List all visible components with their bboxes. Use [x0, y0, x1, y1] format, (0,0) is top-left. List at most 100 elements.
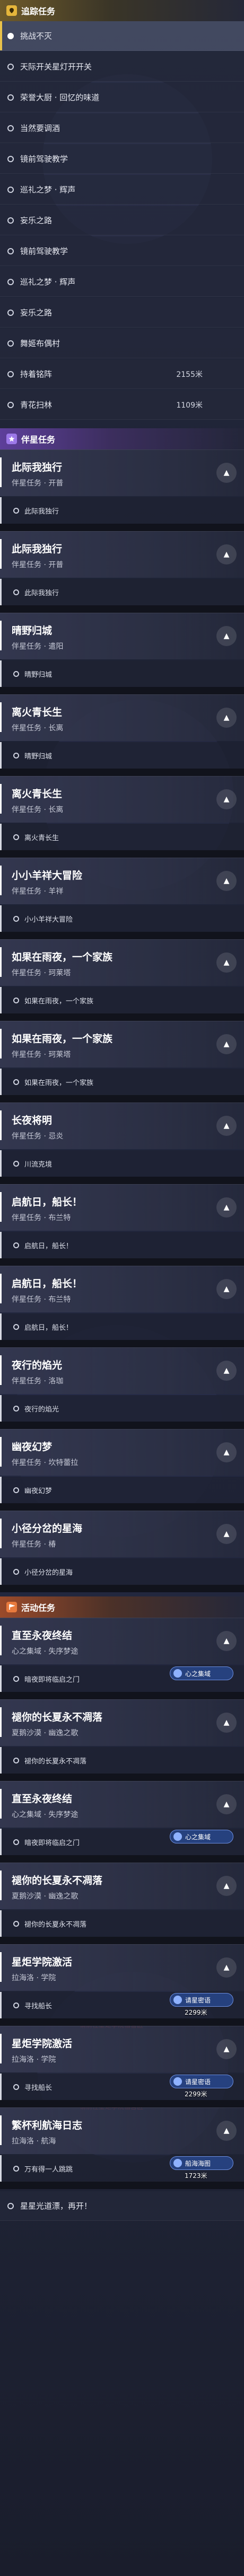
chevron-up-icon[interactable]: ▲ [216, 708, 237, 728]
tracking-item[interactable]: 巡礼之梦 · 辉声 [0, 175, 244, 205]
quest-card[interactable]: 夜行的焰光 伴星任务 · 洛珈 ▲ [0, 1347, 244, 1394]
quest-card[interactable]: 褪你的长夏永不凋落 夏鹅沙漠 · 幽逸之歌 ▲ [0, 1863, 244, 1909]
pin-icon [6, 5, 17, 16]
tracking-item[interactable]: 巡礼之梦 · 辉声 [0, 267, 244, 297]
quest-accent-bar [0, 947, 2, 977]
quest-card[interactable]: 离火青长生 伴星任务 · 长离 ▲ [0, 776, 244, 823]
quest-card[interactable]: 如果在雨夜，一个家族 伴星任务 · 珂莱塔 ▲ [0, 1021, 244, 1068]
quest-card[interactable]: 长夜将明 伴星任务 · 忌炎 ▲ [0, 1102, 244, 1149]
radio-icon [7, 370, 14, 377]
chevron-up-icon[interactable]: ▲ [216, 1524, 237, 1544]
chevron-up-icon[interactable]: ▲ [216, 626, 237, 646]
chevron-up-icon[interactable]: ▲ [216, 1713, 237, 1733]
chevron-up-icon[interactable]: ▲ [216, 544, 237, 564]
quest-title: 褪你的长夏永不凋落 [12, 1875, 103, 1886]
quest-card[interactable]: 直至永夜终结 心之集域 · 失序梦途 ▲ [0, 1781, 244, 1828]
radio-icon [13, 1675, 19, 1682]
chevron-up-icon[interactable]: ▲ [216, 1794, 237, 1814]
quest-accent-bar [0, 1871, 2, 1900]
divider [0, 2018, 244, 2026]
quest-subtitle: 心之集域 · 失序梦途 [12, 1811, 79, 1819]
quest-step[interactable]: 小径分岔的星海 [0, 1558, 244, 1585]
quest-card[interactable]: 如果在雨夜，一个家族 伴星任务 · 珂莱塔 ▲ [0, 939, 244, 986]
quest-card[interactable]: 褪你的长夏永不凋落 夏鹅沙漠 · 幽逸之歌 ▲ [0, 1699, 244, 1746]
tracking-item[interactable]: 妄乐之路 [0, 206, 244, 235]
tracking-item-label: 青花扫林 [20, 400, 53, 410]
chevron-up-icon[interactable]: ▲ [216, 1361, 237, 1381]
chevron-up-icon[interactable]: ▲ [216, 2039, 237, 2059]
quest-step[interactable]: 如果在雨夜，一个家族 [0, 1069, 244, 1095]
chevron-up-icon[interactable]: ▲ [216, 1197, 237, 1218]
quest-step[interactable]: 离火青长生 [0, 824, 244, 850]
quest-step[interactable]: 此际我独行 [0, 579, 244, 605]
chevron-up-icon[interactable]: ▲ [216, 789, 237, 809]
chevron-up-icon[interactable]: ▲ [216, 463, 237, 483]
quest-accent-bar [0, 866, 2, 895]
quest-card[interactable]: 此际我独行 伴星任务 · 开普 ▲ [0, 531, 244, 578]
quest-card[interactable]: 星炬学院激活 拉海洛 · 学院 ▲ [0, 2026, 244, 2072]
tracking-item[interactable]: 舞姬布偶村 [0, 329, 244, 358]
chevron-up-icon[interactable]: ▲ [216, 1279, 237, 1299]
map-marker-badge[interactable]: 船海海图 [170, 2156, 233, 2170]
tracking-item[interactable]: 挑战不灭 [0, 21, 244, 51]
quest-step-label: 离火青长生 [24, 834, 59, 842]
tracking-item[interactable]: 镜前驾驶教学 [0, 144, 244, 174]
divider [0, 769, 244, 776]
quest-step[interactable]: 此际我独行 [0, 497, 244, 524]
quest-step[interactable]: 褪你的长夏永不凋落 [0, 1747, 244, 1774]
chevron-up-icon[interactable]: ▲ [216, 1876, 237, 1896]
map-marker-badge[interactable]: 请星密语 [170, 2075, 233, 2088]
distance-label: 2155米 [176, 370, 203, 379]
quest-step-label: 寻找船长 [24, 2002, 53, 2010]
tracking-item[interactable]: 荣誉大厨 · 回忆的味道 [0, 83, 244, 112]
map-marker-badge[interactable]: 请星密语 [170, 1993, 233, 2007]
tracking-item[interactable]: 镜前驾驶教学 [0, 236, 244, 266]
quest-subtitle: 伴星任务 · 长离 [12, 724, 64, 733]
map-marker-badge[interactable]: 心之集域 [170, 1666, 233, 1680]
tracking-item-label: 巡礼之梦 · 辉声 [20, 185, 76, 195]
tracking-item[interactable]: 持着铭阵 2155米 [0, 359, 244, 389]
chevron-up-icon[interactable]: ▲ [216, 1631, 237, 1651]
tracking-item[interactable]: 当然要调酒 [0, 113, 244, 143]
quest-card[interactable]: 小径分岔的星海 伴星任务 · 椿 ▲ [0, 1511, 244, 1557]
quest-step[interactable]: 川流克境 [0, 1150, 244, 1177]
radio-icon [13, 2084, 19, 2090]
quest-card[interactable]: 小小羊祥大冒险 伴星任务 · 羊祥 ▲ [0, 858, 244, 904]
chevron-up-icon[interactable]: ▲ [216, 1442, 237, 1462]
chevron-up-icon[interactable]: ▲ [216, 1116, 237, 1136]
quest-card[interactable]: 启航日，船长！ 伴星任务 · 布兰特 ▲ [0, 1184, 244, 1231]
quest-card[interactable]: 直至永夜终结 心之集域 · 失序梦途 ▲ [0, 1618, 244, 1664]
quest-step[interactable]: 夜行的焰光 [0, 1395, 244, 1422]
tracking-item[interactable]: 青花扫林 1109米 [0, 390, 244, 420]
tracking-item-label: 镜前驾驶教学 [20, 246, 68, 256]
footer-row[interactable]: 星星光道漂，再开！ [0, 2191, 244, 2221]
chevron-up-icon[interactable]: ▲ [216, 1957, 237, 1978]
quest-step[interactable]: 晴野归城 [0, 742, 244, 769]
quest-step[interactable]: 如果在雨夜，一个家族 [0, 987, 244, 1013]
quest-card[interactable]: 繁杯利航海日志 拉海洛 · 航海 ▲ [0, 2107, 244, 2154]
quest-card[interactable]: 星炬学院激活 拉海洛 · 学院 ▲ [0, 1944, 244, 1991]
quest-title: 小径分岔的星海 [12, 1523, 83, 1534]
quest-step[interactable]: 启航日，船长！ [0, 1313, 244, 1340]
quest-card[interactable]: 此际我独行 伴星任务 · 开普 ▲ [0, 449, 244, 496]
chevron-up-icon[interactable]: ▲ [216, 952, 237, 973]
quest-step[interactable]: 褪你的长夏永不凋落 [0, 1910, 244, 1937]
chevron-up-icon[interactable]: ▲ [216, 871, 237, 891]
quest-step[interactable]: 启航日，船长！ [0, 1232, 244, 1258]
quest-accent-bar [0, 457, 2, 487]
quest-card[interactable]: 幽夜幻梦 伴星任务 · 坎特蕾拉 ▲ [0, 1429, 244, 1476]
quest-card[interactable]: 离火青长生 伴星任务 · 长离 ▲ [0, 694, 244, 741]
tracking-item[interactable]: 天际开关星灯开开关 [0, 52, 244, 82]
quest-step[interactable]: 幽夜幻梦 [0, 1477, 244, 1503]
quest-card[interactable]: 启航日，船长！ 伴星任务 · 布兰特 ▲ [0, 1266, 244, 1312]
quest-step[interactable]: 小小羊祥大冒险 [0, 905, 244, 932]
map-distance-label: 2299米 [185, 2090, 207, 2098]
quest-subtitle: 夏鹅沙漠 · 幽逸之歌 [12, 1892, 79, 1901]
chevron-up-icon[interactable]: ▲ [216, 2121, 237, 2141]
map-marker-icon [173, 2159, 182, 2167]
quest-step[interactable]: 晴野归城 [0, 660, 244, 687]
quest-card[interactable]: 晴野归城 伴星任务 · 遣阳 ▲ [0, 613, 244, 659]
tracking-item[interactable]: 妄乐之路 [0, 298, 244, 328]
map-marker-badge[interactable]: 心之集域 [170, 1830, 233, 1843]
chevron-up-icon[interactable]: ▲ [216, 1034, 237, 1054]
